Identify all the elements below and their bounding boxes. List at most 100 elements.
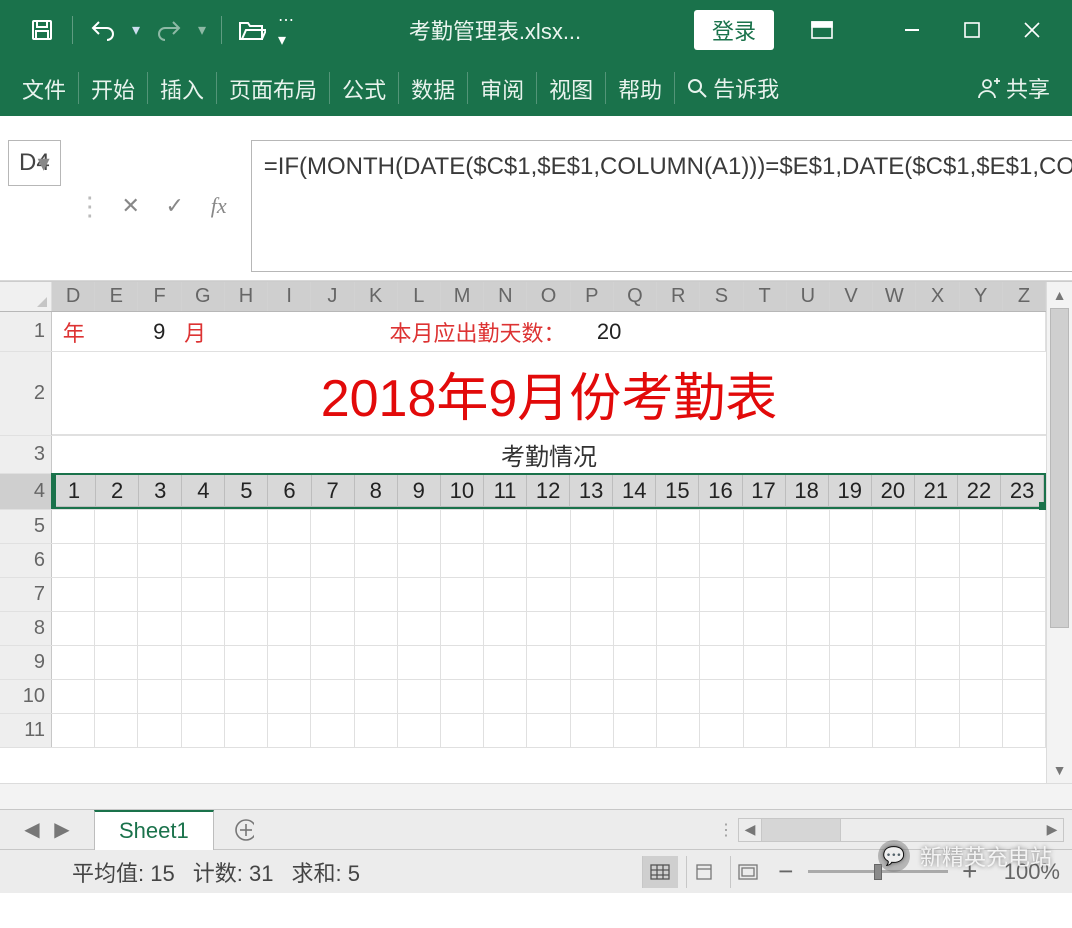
cell[interactable]: 7 xyxy=(312,475,355,507)
col-header[interactable]: D xyxy=(52,282,95,311)
cell[interactable] xyxy=(830,646,873,679)
col-header[interactable]: L xyxy=(398,282,441,311)
cell[interactable]: 10 xyxy=(441,475,484,507)
col-header[interactable]: S xyxy=(700,282,743,311)
cell[interactable] xyxy=(268,578,311,611)
cell[interactable] xyxy=(960,646,1003,679)
cell[interactable] xyxy=(744,578,787,611)
tab-help[interactable]: 帮助 xyxy=(606,60,674,116)
cell[interactable] xyxy=(916,544,959,577)
cell[interactable] xyxy=(182,578,225,611)
cell[interactable] xyxy=(571,714,614,747)
col-header[interactable]: F xyxy=(138,282,181,311)
cell[interactable] xyxy=(657,544,700,577)
cell[interactable] xyxy=(916,646,959,679)
cell[interactable] xyxy=(268,612,311,645)
cell[interactable] xyxy=(217,312,304,351)
cell[interactable]: 14 xyxy=(613,475,656,507)
cell[interactable]: 年 xyxy=(52,312,96,351)
col-header[interactable]: T xyxy=(744,282,787,311)
cell[interactable] xyxy=(52,612,95,645)
cell[interactable] xyxy=(873,612,916,645)
col-header[interactable]: Z xyxy=(1003,282,1046,311)
cell[interactable] xyxy=(355,612,398,645)
fx-icon[interactable]: fx xyxy=(199,186,239,226)
tab-home[interactable]: 开始 xyxy=(79,60,147,116)
col-header[interactable]: E xyxy=(95,282,138,311)
row-header[interactable]: 5 xyxy=(0,510,52,543)
cell[interactable] xyxy=(744,646,787,679)
col-header[interactable]: O xyxy=(527,282,570,311)
cell[interactable] xyxy=(311,646,354,679)
close-button[interactable] xyxy=(1002,14,1062,46)
cell[interactable] xyxy=(960,544,1003,577)
cell[interactable] xyxy=(527,680,570,713)
cell[interactable] xyxy=(484,510,527,543)
cell[interactable] xyxy=(225,510,268,543)
cell[interactable] xyxy=(960,680,1003,713)
cell[interactable] xyxy=(873,510,916,543)
cell[interactable]: 本月应出勤天数： xyxy=(304,312,566,351)
cell[interactable] xyxy=(355,714,398,747)
normal-view-icon[interactable] xyxy=(642,856,678,888)
row-header[interactable]: 1 xyxy=(0,312,52,351)
scroll-up-icon[interactable]: ▲ xyxy=(1047,284,1072,306)
cell[interactable] xyxy=(355,578,398,611)
cell[interactable] xyxy=(52,510,95,543)
cell[interactable] xyxy=(614,714,657,747)
cell[interactable] xyxy=(441,544,484,577)
cell[interactable] xyxy=(95,714,138,747)
cell[interactable] xyxy=(830,578,873,611)
cell[interactable] xyxy=(787,646,830,679)
cell[interactable] xyxy=(657,714,700,747)
page-layout-view-icon[interactable] xyxy=(686,856,722,888)
cell[interactable] xyxy=(138,646,181,679)
sheet-nav-prev-icon[interactable]: ◀ xyxy=(18,817,46,842)
cell[interactable] xyxy=(225,544,268,577)
col-header[interactable]: W xyxy=(873,282,916,311)
cell[interactable] xyxy=(484,544,527,577)
page-break-view-icon[interactable] xyxy=(730,856,766,888)
cell[interactable] xyxy=(95,612,138,645)
row-header[interactable]: 4 xyxy=(0,474,52,509)
cell[interactable] xyxy=(355,544,398,577)
row-header[interactable]: 9 xyxy=(0,646,52,679)
cell[interactable]: 21 xyxy=(915,475,958,507)
cell[interactable] xyxy=(787,714,830,747)
scrollbar-thumb[interactable] xyxy=(1050,308,1069,628)
cell[interactable] xyxy=(787,612,830,645)
row-header[interactable]: 10 xyxy=(0,680,52,713)
cell[interactable] xyxy=(657,646,700,679)
cell[interactable] xyxy=(138,612,181,645)
zoom-out-button[interactable]: − xyxy=(774,856,798,887)
cell[interactable]: 20 xyxy=(566,312,653,351)
cell[interactable] xyxy=(571,646,614,679)
redo-icon[interactable] xyxy=(151,14,187,46)
cell[interactable] xyxy=(398,680,441,713)
cell[interactable] xyxy=(571,578,614,611)
cell[interactable] xyxy=(225,646,268,679)
cell[interactable] xyxy=(700,612,743,645)
name-box-dropdown-icon[interactable]: ▾ xyxy=(32,145,56,181)
cell[interactable]: 16 xyxy=(699,475,742,507)
cell[interactable]: 20 xyxy=(872,475,915,507)
row-header[interactable]: 8 xyxy=(0,612,52,645)
cell[interactable] xyxy=(441,714,484,747)
cell[interactable]: 5 xyxy=(225,475,268,507)
cell[interactable] xyxy=(830,510,873,543)
scroll-left-icon[interactable]: ◀ xyxy=(739,821,761,838)
cell[interactable] xyxy=(916,612,959,645)
cell[interactable] xyxy=(1003,646,1046,679)
cell[interactable] xyxy=(138,714,181,747)
cell[interactable] xyxy=(700,680,743,713)
cell[interactable] xyxy=(268,646,311,679)
cell[interactable] xyxy=(830,544,873,577)
cell[interactable] xyxy=(52,578,95,611)
cell[interactable] xyxy=(700,544,743,577)
cell[interactable] xyxy=(1003,714,1046,747)
open-file-icon[interactable] xyxy=(234,14,270,46)
ribbon-display-options-icon[interactable] xyxy=(792,14,852,46)
cell[interactable] xyxy=(873,680,916,713)
cell[interactable] xyxy=(225,578,268,611)
cell[interactable] xyxy=(484,612,527,645)
